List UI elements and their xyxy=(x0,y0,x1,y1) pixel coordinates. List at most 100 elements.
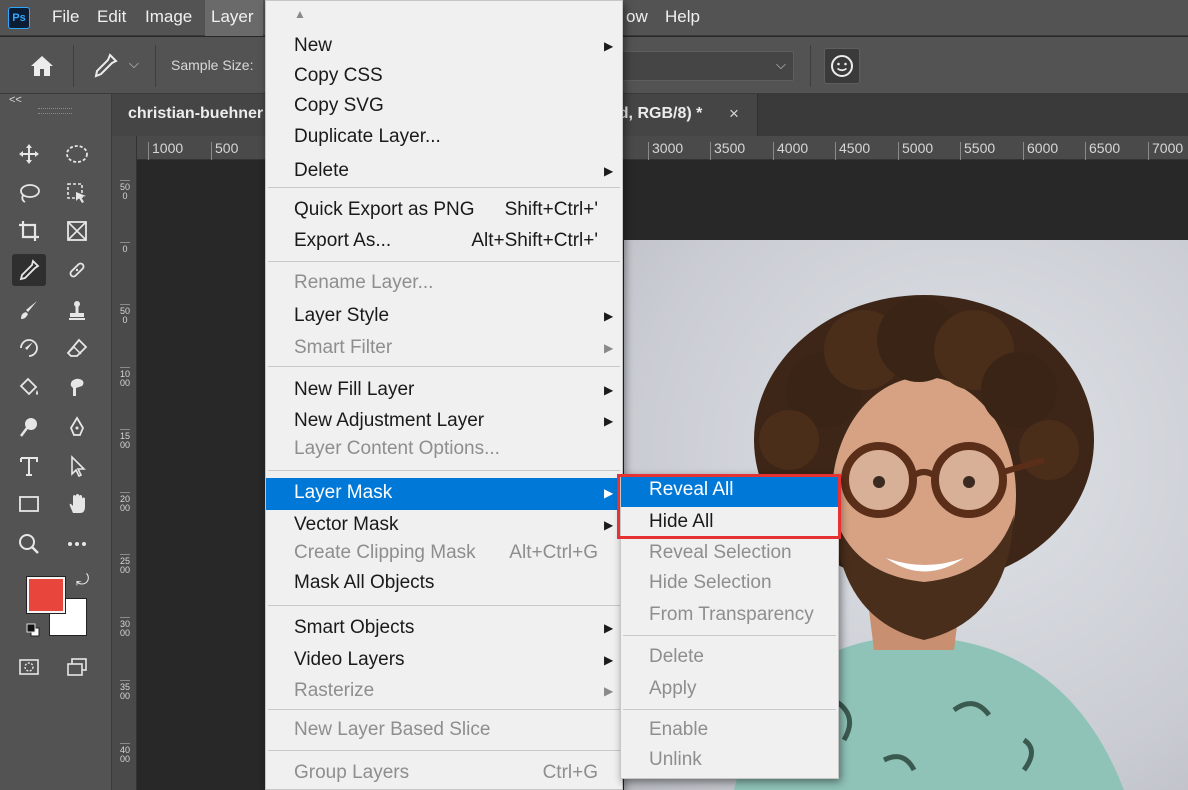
layer-menu-item-layer-mask[interactable]: Layer Mask ▶ xyxy=(266,478,622,510)
menu-item-shortcut: Ctrl+G xyxy=(542,762,598,783)
menu-layer[interactable]: Layer xyxy=(205,0,263,36)
swap-colors-icon[interactable]: ⤾ xyxy=(76,572,89,590)
layer-menu-item-new-layer-based-slice[interactable]: New Layer Based Slice xyxy=(266,715,622,747)
menu-help[interactable]: Help xyxy=(659,0,706,36)
layer-menu-item-video-layers[interactable]: Video Layers ▶ xyxy=(266,645,622,677)
frame-tool-icon[interactable] xyxy=(60,215,94,247)
menu-item-label: New Adjustment Layer xyxy=(294,410,485,431)
layer-menu-item-rasterize[interactable]: Rasterize ▶ xyxy=(266,676,622,708)
menu-item-label: Reveal Selection xyxy=(649,542,792,563)
history-brush-tool-icon[interactable] xyxy=(12,332,46,364)
type-tool-icon[interactable] xyxy=(12,450,46,482)
menu-file[interactable]: File xyxy=(46,0,85,36)
menu-separator xyxy=(268,709,620,710)
menu-item-label: Export As... xyxy=(294,230,392,251)
layer-menu-item-group-layers[interactable]: Group Layers Ctrl+G xyxy=(266,758,622,790)
close-icon[interactable]: × xyxy=(729,104,739,124)
healing-brush-tool-icon[interactable] xyxy=(60,254,94,286)
chevron-down-icon[interactable]: ⌵ xyxy=(776,57,786,73)
select-subject-button[interactable] xyxy=(824,48,860,84)
menu-item-label: Layer Content Options... xyxy=(294,438,500,459)
screen-mode-icon[interactable] xyxy=(60,651,94,683)
face-icon xyxy=(831,55,853,77)
object-selection-tool-icon[interactable] xyxy=(60,177,94,209)
layer-mask-item-apply[interactable]: Apply xyxy=(621,674,838,706)
layer-menu-item-layer-content-options[interactable]: Layer Content Options... xyxy=(266,434,622,466)
layer-mask-item-delete[interactable]: Delete xyxy=(621,642,838,674)
sample-size-select[interactable] xyxy=(608,51,794,81)
paint-bucket-tool-icon[interactable] xyxy=(12,371,46,403)
grip-handle[interactable] xyxy=(38,108,72,114)
submenu-arrow-icon: ▶ xyxy=(604,39,614,53)
rectangle-tool-icon[interactable] xyxy=(12,488,46,520)
default-colors-icon[interactable] xyxy=(26,623,40,637)
vertical-ruler[interactable]: 500 0 500 1000 1500 2000 2500 3000 3500 4000 xyxy=(112,136,137,790)
layer-menu-item-mask-all-objects[interactable]: Mask All Objects xyxy=(266,568,622,600)
quick-mask-icon[interactable] xyxy=(12,651,46,683)
layer-menu-item-new-fill-layer[interactable]: New Fill Layer ▶ xyxy=(266,375,622,407)
menu-item-label: From Transparency xyxy=(649,604,814,625)
layer-menu-item-layer-style[interactable]: Layer Style ▶ xyxy=(266,301,622,333)
ruler-tick-label: 3500 xyxy=(120,680,131,701)
layer-mask-item-reveal-selection[interactable]: Reveal Selection xyxy=(621,538,838,570)
ruler-tick-label: 7000 xyxy=(1148,141,1183,160)
scroll-up-icon[interactable]: ▲ xyxy=(294,7,306,21)
dodge-tool-icon[interactable] xyxy=(12,411,46,443)
layer-mask-item-unlink[interactable]: Unlink xyxy=(621,745,838,777)
eraser-tool-icon[interactable] xyxy=(60,332,94,364)
ruler-tick-label: 1500 xyxy=(120,429,131,450)
hand-tool-icon[interactable] xyxy=(60,488,94,520)
eyedropper-tool-preset-icon[interactable] xyxy=(90,51,120,81)
menu-item-shortcut: Shift+Ctrl+' xyxy=(504,199,598,220)
home-icon[interactable] xyxy=(27,51,57,81)
layer-menu-item-duplicate-layer[interactable]: Duplicate Layer... xyxy=(266,122,622,154)
layer-menu-item-delete[interactable]: Delete ▶ xyxy=(266,156,622,188)
photoshop-logo-icon: Ps xyxy=(8,7,30,29)
layer-menu-item-rename-layer[interactable]: Rename Layer... xyxy=(266,268,622,300)
layer-menu-item-copy-css[interactable]: Copy CSS xyxy=(266,61,622,93)
layer-menu-item-new[interactable]: New ▶ xyxy=(266,31,622,63)
submenu-arrow-icon: ▶ xyxy=(604,383,614,397)
menu-image[interactable]: Image xyxy=(139,0,198,36)
path-selection-tool-icon[interactable] xyxy=(60,450,94,482)
collapse-panel-icon[interactable]: << xyxy=(9,94,22,106)
zoom-tool-icon[interactable] xyxy=(12,528,46,560)
menu-separator xyxy=(268,366,620,367)
menu-item-label: Video Layers xyxy=(294,649,405,670)
layer-mask-item-from-transparency[interactable]: From Transparency xyxy=(621,600,838,632)
layer-menu-item-create-clipping-mask[interactable]: Create Clipping Mask Alt+Ctrl+G xyxy=(266,538,622,570)
smudge-tool-icon[interactable] xyxy=(60,371,94,403)
layer-menu-item-copy-svg[interactable]: Copy SVG xyxy=(266,91,622,123)
menu-item-label: Copy CSS xyxy=(294,65,383,86)
menu-separator xyxy=(623,635,836,636)
layer-menu-item-export-as[interactable]: Export As... Alt+Shift+Ctrl+' xyxy=(266,226,622,258)
menu-item-label: Hide Selection xyxy=(649,572,772,593)
crop-tool-icon[interactable] xyxy=(12,215,46,247)
layer-menu-item-smart-objects[interactable]: Smart Objects ▶ xyxy=(266,613,622,645)
lasso-tool-icon[interactable] xyxy=(12,177,46,209)
menu-window[interactable]: ow xyxy=(620,0,654,36)
clone-stamp-tool-icon[interactable] xyxy=(60,294,94,326)
layer-mask-item-enable[interactable]: Enable xyxy=(621,715,838,747)
submenu-arrow-icon: ▶ xyxy=(604,309,614,323)
marquee-tool-icon[interactable] xyxy=(60,138,94,170)
submenu-arrow-icon: ▶ xyxy=(604,518,614,532)
menu-item-label: Duplicate Layer... xyxy=(294,126,441,147)
menu-separator xyxy=(268,750,620,751)
eyedropper-tool-icon[interactable] xyxy=(12,254,46,286)
layer-menu-item-smart-filter[interactable]: Smart Filter ▶ xyxy=(266,333,622,365)
menu-item-label: New Fill Layer xyxy=(294,379,415,400)
menu-item-label: Smart Filter xyxy=(294,337,393,358)
foreground-color-swatch[interactable] xyxy=(26,576,66,614)
ruler-tick-label: 5500 xyxy=(960,141,995,160)
ruler-tick-label: 2500 xyxy=(120,554,131,575)
layer-menu: ▲ New ▶ Copy CSS Copy SVG Duplicate Layer...… xyxy=(265,0,623,790)
brush-tool-icon[interactable] xyxy=(12,294,46,326)
chevron-down-icon[interactable]: ⌵ xyxy=(129,56,139,72)
pen-tool-icon[interactable] xyxy=(60,411,94,443)
menu-edit[interactable]: Edit xyxy=(91,0,132,36)
layer-menu-item-quick-export-as-png[interactable]: Quick Export as PNG Shift+Ctrl+' xyxy=(266,195,622,227)
move-tool-icon[interactable] xyxy=(12,138,46,170)
more-tools-icon[interactable] xyxy=(60,528,94,560)
layer-mask-item-hide-selection[interactable]: Hide Selection xyxy=(621,568,838,600)
